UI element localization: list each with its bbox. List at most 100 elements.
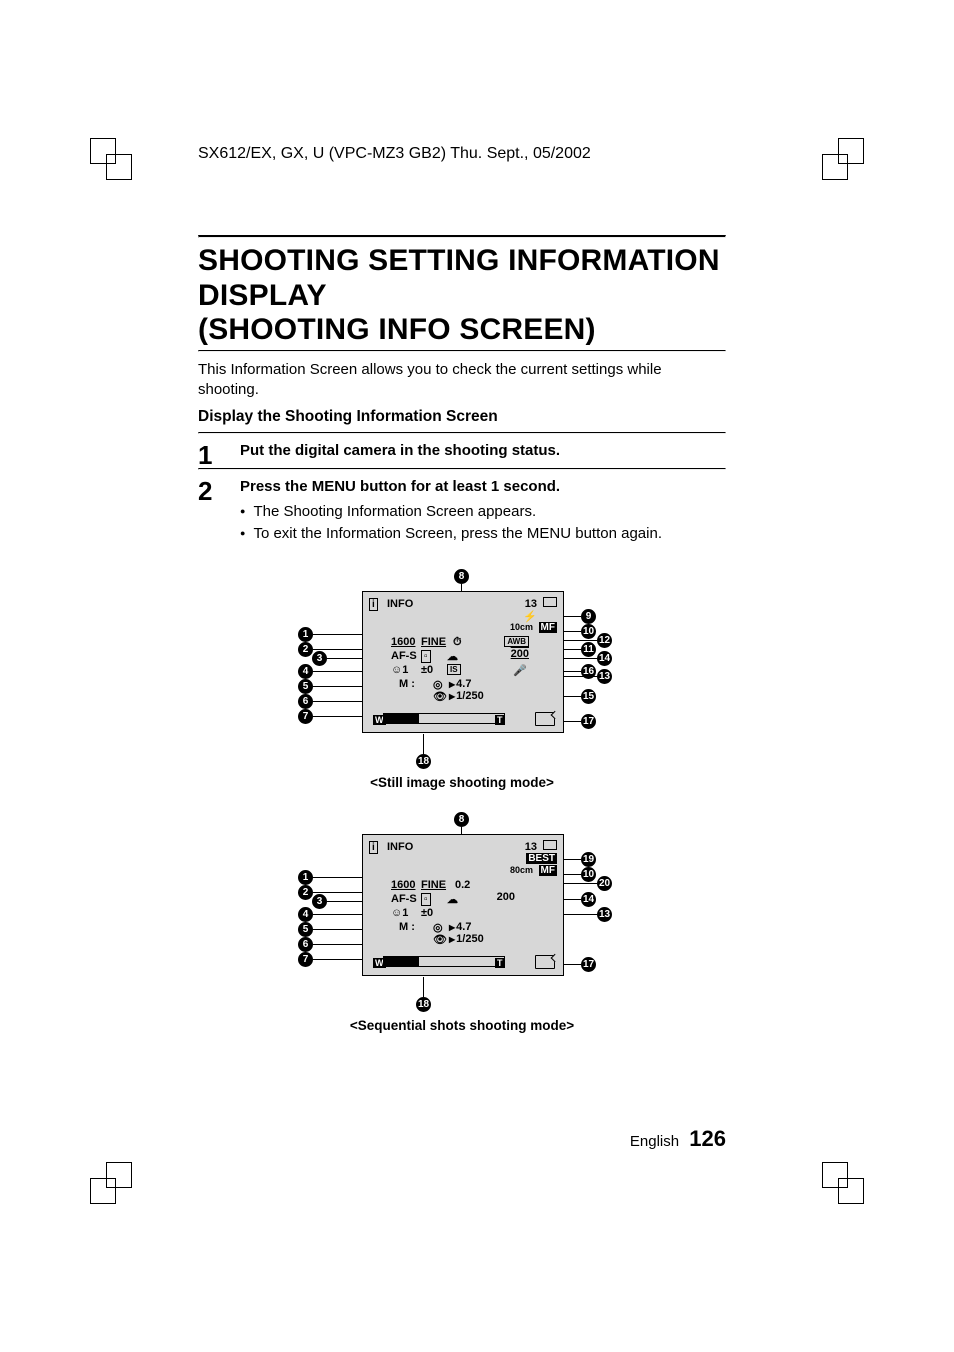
leader-line: [313, 914, 362, 915]
is-icon: IS: [447, 664, 461, 675]
callout-2: 2: [298, 885, 313, 900]
leader-line: [313, 671, 362, 672]
callout-2: 2: [298, 642, 313, 657]
footer-page-number: 126: [683, 1126, 726, 1151]
remaining-shots: 13: [525, 841, 537, 853]
leader-line: [313, 701, 362, 702]
focus-distance: 80cm: [510, 865, 533, 875]
iso-value: 200: [511, 648, 529, 660]
leader-line: [313, 959, 362, 960]
focus-distance: 10cm: [510, 622, 533, 632]
interval: 0.2: [455, 879, 470, 891]
crop-mark: [822, 1162, 848, 1188]
crop-mark: [822, 154, 848, 180]
callout-1: 1: [298, 870, 313, 885]
callout-8: 8: [454, 569, 469, 584]
resolution: 1600: [391, 636, 415, 648]
diagram-caption: <Still image shooting mode>: [370, 775, 554, 790]
callout-14: 14: [581, 892, 596, 907]
leader-line: [327, 901, 362, 902]
callout-15: 15: [581, 689, 596, 704]
diagram-caption: <Sequential shots shooting mode>: [350, 1018, 574, 1033]
step-2: 2 Press the MENU button for at least 1 s…: [198, 478, 726, 555]
callout-19: 19: [581, 852, 596, 867]
leader-line: [561, 640, 597, 641]
rule: [198, 432, 726, 434]
page-header: SX612/EX, GX, U (VPC-MZ3 GB2) Thu. Sept.…: [198, 145, 591, 163]
page-footer: English 126: [630, 1126, 726, 1152]
shutter-icon: 👁: [433, 690, 447, 703]
info-icon: i: [369, 841, 378, 854]
zoom-t: T: [495, 715, 505, 725]
callout-17: 17: [581, 957, 596, 972]
zoom-t: T: [495, 958, 505, 968]
leader-line: [561, 676, 597, 677]
cloud-icon: ☁: [447, 893, 458, 906]
callout-3: 3: [312, 651, 327, 666]
aperture-value: 4.7: [449, 678, 471, 690]
callout-7: 7: [298, 709, 313, 724]
step-title: Put the digital camera in the shooting s…: [240, 442, 726, 459]
callout-20: 20: [597, 876, 612, 891]
page-title: SHOOTING SETTING INFORMATION DISPLAY (SH…: [198, 244, 726, 348]
quality: FINE: [421, 879, 446, 891]
leader-line: [561, 671, 581, 672]
shutter-icon: 👁: [433, 933, 447, 946]
leader-line: [561, 721, 581, 722]
leader-line: [313, 944, 362, 945]
leader-line: [313, 686, 362, 687]
title-line: (SHOOTING INFO SCREEN): [198, 313, 596, 346]
intro-text: This Information Screen allows you to ch…: [198, 360, 726, 401]
aperture-value: 4.7: [449, 921, 471, 933]
af-mode: AF-S: [391, 893, 417, 905]
callout-12: 12: [597, 633, 612, 648]
seq-icon: [543, 840, 557, 850]
callout-10: 10: [581, 624, 596, 639]
focus-mode: MF: [539, 865, 557, 876]
callout-13: 13: [597, 669, 612, 684]
leader-line: [561, 631, 581, 632]
mic-icon: 🎤: [513, 664, 527, 677]
leader-line: [561, 964, 581, 965]
callout-14: 14: [597, 651, 612, 666]
leader-line: [561, 649, 581, 650]
leader-line: [313, 634, 362, 635]
crop-mark: [106, 1162, 132, 1188]
info-label: INFO: [387, 598, 413, 610]
exposure-mode: M :: [399, 678, 415, 690]
wb-icon: AWB: [504, 636, 529, 647]
step-number: 2: [198, 478, 222, 555]
callout-4: 4: [298, 664, 313, 679]
selftimer-icon: ⏱: [453, 636, 462, 649]
rule: [198, 350, 726, 352]
callout-9: 9: [581, 609, 596, 624]
shutter-value: 1/250: [449, 690, 484, 702]
step-title: Press the MENU button for at least 1 sec…: [240, 478, 726, 495]
info-label: INFO: [387, 841, 413, 853]
ev-value: ±0: [421, 664, 433, 676]
info-screen: i INFO 13 BEST 80cm MF 1600 FINE 0.2 AF-…: [362, 834, 564, 976]
step-1: 1 Put the digital camera in the shooting…: [198, 442, 726, 468]
callout-5: 5: [298, 922, 313, 937]
step-number: 1: [198, 442, 222, 468]
leader-line: [423, 734, 424, 754]
crop-mark: [106, 154, 132, 180]
focus-mode: MF: [539, 622, 557, 633]
exposure-mode: M :: [399, 921, 415, 933]
leader-line: [313, 877, 362, 878]
callout-1: 1: [298, 627, 313, 642]
leader-line: [561, 616, 581, 617]
selftimer: ☺1: [391, 664, 408, 676]
metering-icon: ▫: [421, 650, 431, 663]
zoom-bar: [383, 713, 505, 724]
callout-5: 5: [298, 679, 313, 694]
section-subhead: Display the Shooting Information Screen: [198, 408, 726, 426]
info-icon: i: [369, 598, 378, 611]
leader-line: [561, 899, 581, 900]
quality: FINE: [421, 636, 446, 648]
battery-icon: [543, 597, 557, 607]
rule: [198, 235, 726, 238]
callout-13: 13: [597, 907, 612, 922]
leader-line: [313, 649, 362, 650]
leader-line: [313, 716, 362, 717]
